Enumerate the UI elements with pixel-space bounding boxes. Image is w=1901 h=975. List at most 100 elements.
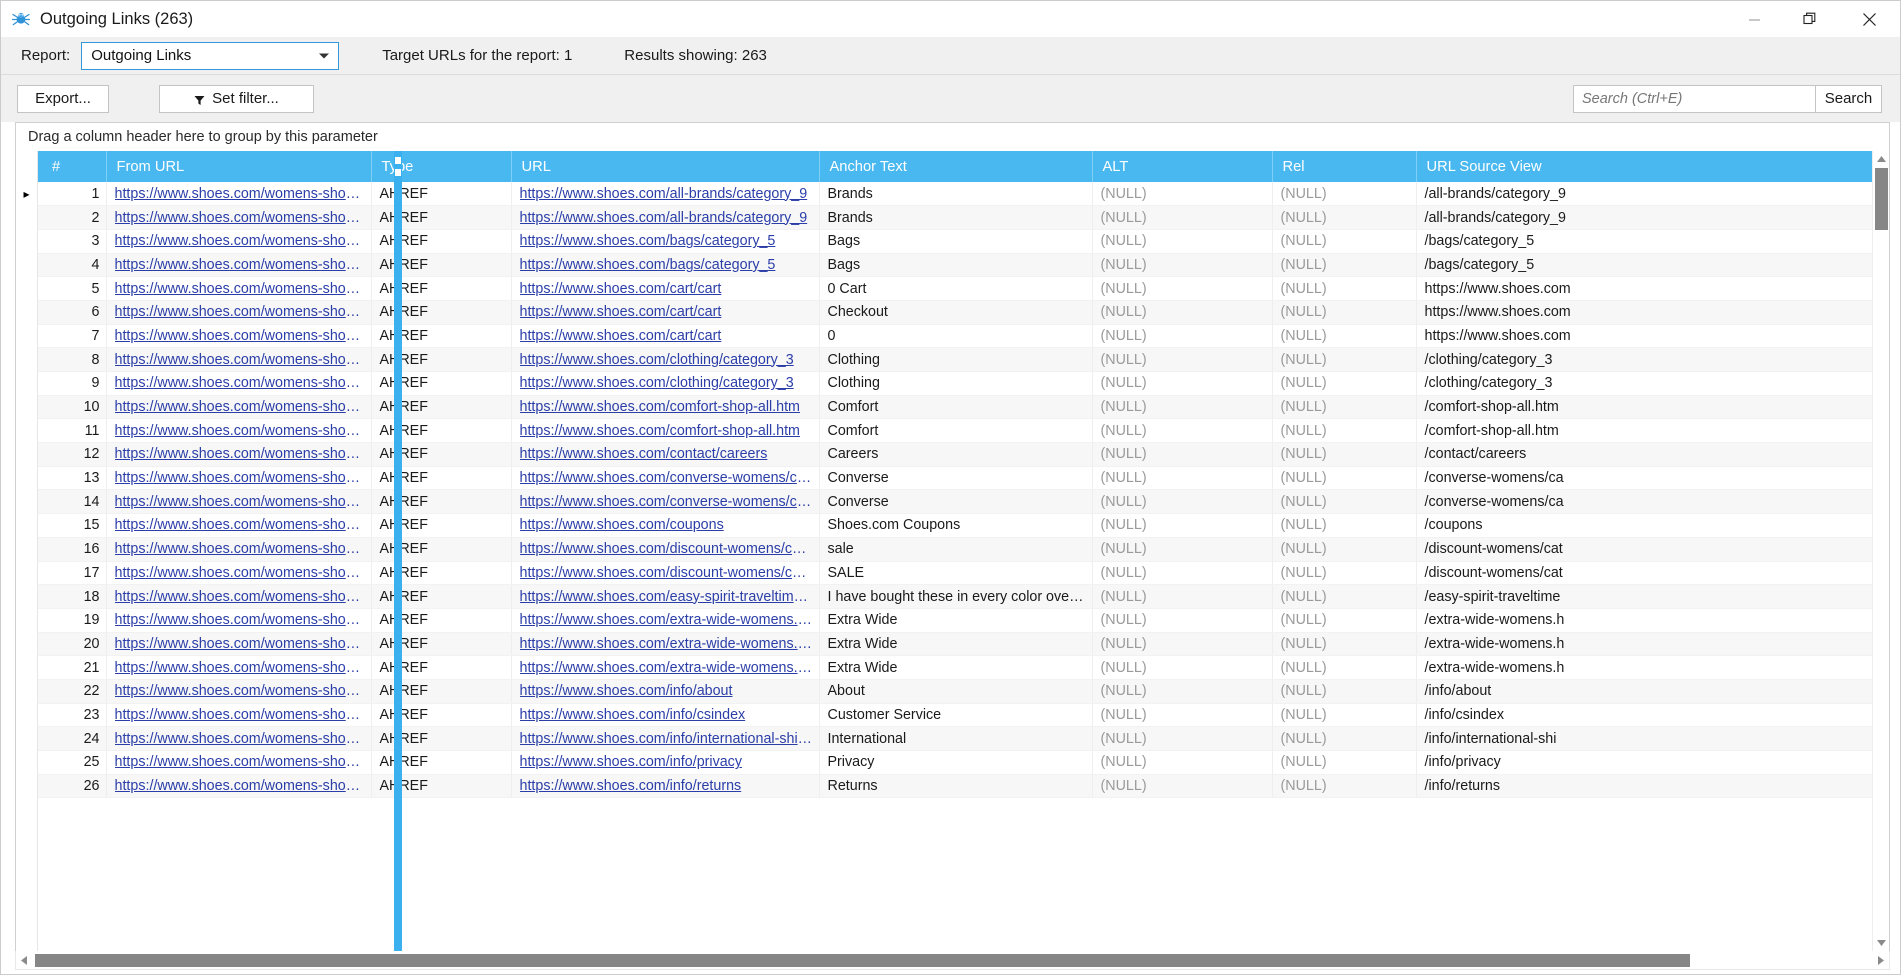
cell-from-url-link[interactable]: https://www.shoes.com/womens-shoes/c... [115, 778, 365, 794]
cell-from-url[interactable]: https://www.shoes.com/womens-shoes/c... [106, 489, 372, 515]
restore-icon[interactable] [1782, 1, 1838, 37]
cell-from-url-link[interactable]: https://www.shoes.com/womens-shoes/c... [115, 233, 365, 249]
table-row[interactable]: 15 https://www.shoes.com/womens-shoes/c..… [38, 513, 1872, 538]
cell-url-link[interactable]: https://www.shoes.com/info/about [520, 683, 813, 699]
cell-url-link[interactable]: https://www.shoes.com/coupons [520, 517, 813, 533]
table-row[interactable]: 17 https://www.shoes.com/womens-shoes/c..… [38, 561, 1872, 586]
table-row[interactable]: 11 https://www.shoes.com/womens-shoes/c..… [38, 418, 1872, 444]
cell-from-url[interactable]: https://www.shoes.com/womens-shoes/c... [106, 182, 372, 207]
cell-from-url[interactable]: https://www.shoes.com/womens-shoes/c... [106, 584, 372, 609]
cell-from-url-link[interactable]: https://www.shoes.com/womens-shoes/c... [115, 328, 365, 344]
cell-url-link[interactable]: https://www.shoes.com/discount-womens/ca… [520, 565, 813, 581]
minimize-icon[interactable] [1726, 1, 1782, 37]
table-row[interactable]: 19 https://www.shoes.com/womens-shoes/c..… [38, 608, 1872, 633]
cell-url-link[interactable]: https://www.shoes.com/extra-wide-womens.… [520, 636, 813, 652]
cell-url-link[interactable]: https://www.shoes.com/info/privacy [520, 754, 813, 770]
cell-url[interactable]: https://www.shoes.com/info/about [511, 679, 820, 704]
cell-url-link[interactable]: https://www.shoes.com/cart/cart [520, 328, 813, 344]
cell-url-link[interactable]: https://www.shoes.com/clothing/category_… [520, 375, 813, 391]
cell-url[interactable]: https://www.shoes.com/discount-womens/ca… [511, 537, 820, 562]
vertical-scrollbar[interactable] [1872, 151, 1889, 951]
cell-url-link[interactable]: https://www.shoes.com/info/returns [520, 778, 813, 794]
vertical-scroll-track[interactable] [1873, 168, 1890, 934]
table-row[interactable]: 22 https://www.shoes.com/womens-shoes/c..… [38, 679, 1872, 704]
column-header-alt[interactable]: ALT [1092, 151, 1273, 182]
cell-from-url[interactable]: https://www.shoes.com/womens-shoes/c... [106, 347, 372, 372]
cell-url[interactable]: https://www.shoes.com/all-brands/categor… [511, 182, 820, 207]
cell-url[interactable]: https://www.shoes.com/info/returns [511, 774, 820, 799]
cell-from-url-link[interactable]: https://www.shoes.com/womens-shoes/c... [115, 754, 365, 770]
table-row[interactable]: 1 https://www.shoes.com/womens-shoes/c...… [38, 182, 1872, 207]
cell-url-link[interactable]: https://www.shoes.com/all-brands/categor… [520, 210, 813, 226]
cell-url[interactable]: https://www.shoes.com/clothing/category_… [511, 347, 820, 372]
cell-from-url-link[interactable]: https://www.shoes.com/womens-shoes/c... [115, 352, 365, 368]
cell-from-url[interactable]: https://www.shoes.com/womens-shoes/c... [106, 561, 372, 586]
cell-url-link[interactable]: https://www.shoes.com/bags/category_5 [520, 257, 813, 273]
cell-url[interactable]: https://www.shoes.com/comfort-shop-all.h… [511, 395, 820, 420]
cell-from-url-link[interactable]: https://www.shoes.com/womens-shoes/c... [115, 470, 365, 486]
table-row[interactable]: 16 https://www.shoes.com/womens-shoes/c..… [38, 537, 1872, 562]
table-row[interactable]: 14 https://www.shoes.com/womens-shoes/c..… [38, 489, 1872, 515]
cell-url[interactable]: https://www.shoes.com/easy-spirit-travel… [511, 584, 820, 609]
cell-from-url-link[interactable]: https://www.shoes.com/womens-shoes/c... [115, 541, 365, 557]
table-row[interactable]: 3 https://www.shoes.com/womens-shoes/c...… [38, 229, 1872, 254]
column-header-url[interactable]: URL [511, 151, 820, 182]
cell-url-link[interactable]: https://www.shoes.com/converse-womens/ca… [520, 494, 813, 510]
cell-url[interactable]: https://www.shoes.com/cart/cart [511, 300, 820, 325]
horizontal-scroll-thumb[interactable] [35, 953, 1690, 967]
cell-url[interactable]: https://www.shoes.com/extra-wide-womens.… [511, 632, 820, 657]
cell-url-link[interactable]: https://www.shoes.com/easy-spirit-travel… [520, 589, 813, 605]
cell-url[interactable]: https://www.shoes.com/info/privacy [511, 750, 820, 775]
cell-from-url[interactable]: https://www.shoes.com/womens-shoes/c... [106, 679, 372, 704]
close-icon[interactable] [1838, 1, 1900, 37]
cell-url-link[interactable]: https://www.shoes.com/info/international… [520, 731, 813, 747]
cell-from-url[interactable]: https://www.shoes.com/womens-shoes/c... [106, 632, 372, 657]
cell-from-url-link[interactable]: https://www.shoes.com/womens-shoes/c... [115, 565, 365, 581]
cell-from-url-link[interactable]: https://www.shoes.com/womens-shoes/c... [115, 612, 365, 628]
cell-url[interactable]: https://www.shoes.com/comfort-shop-all.h… [511, 418, 820, 444]
cell-from-url[interactable]: https://www.shoes.com/womens-shoes/c... [106, 442, 372, 467]
cell-from-url[interactable]: https://www.shoes.com/womens-shoes/c... [106, 300, 372, 325]
cell-url-link[interactable]: https://www.shoes.com/extra-wide-womens.… [520, 612, 813, 628]
cell-url[interactable]: https://www.shoes.com/coupons [511, 513, 820, 538]
column-header-url-source-view[interactable]: URL Source View [1416, 151, 1872, 182]
group-by-panel[interactable]: Drag a column header here to group by th… [16, 123, 1889, 151]
search-input[interactable]: Search (Ctrl+E) [1573, 84, 1816, 113]
table-row[interactable]: 4 https://www.shoes.com/womens-shoes/c...… [38, 253, 1872, 278]
cell-url[interactable]: https://www.shoes.com/info/csindex [511, 703, 820, 728]
cell-from-url[interactable]: https://www.shoes.com/womens-shoes/c... [106, 513, 372, 538]
cell-url[interactable]: https://www.shoes.com/contact/careers [511, 442, 820, 467]
column-header-type[interactable]: Type [371, 151, 512, 182]
table-row[interactable]: 12 https://www.shoes.com/womens-shoes/c..… [38, 442, 1872, 467]
cell-from-url-link[interactable]: https://www.shoes.com/womens-shoes/c... [115, 399, 365, 415]
table-row[interactable]: 7 https://www.shoes.com/womens-shoes/c...… [38, 324, 1872, 349]
cell-from-url[interactable]: https://www.shoes.com/womens-shoes/c... [106, 324, 372, 349]
set-filter-button[interactable]: Set filter... [159, 84, 314, 113]
cell-from-url[interactable]: https://www.shoes.com/womens-shoes/c... [106, 703, 372, 728]
cell-url-link[interactable]: https://www.shoes.com/comfort-shop-all.h… [520, 423, 813, 439]
cell-from-url-link[interactable]: https://www.shoes.com/womens-shoes/c... [115, 707, 365, 723]
cell-from-url[interactable]: https://www.shoes.com/womens-shoes/c... [106, 229, 372, 254]
report-dropdown[interactable]: Outgoing Links [81, 41, 340, 70]
cell-from-url-link[interactable]: https://www.shoes.com/womens-shoes/c... [115, 281, 365, 297]
cell-from-url[interactable]: https://www.shoes.com/womens-shoes/c... [106, 750, 372, 775]
table-row[interactable]: 9 https://www.shoes.com/womens-shoes/c...… [38, 371, 1872, 396]
cell-url[interactable]: https://www.shoes.com/info/international… [511, 726, 820, 751]
cell-url-link[interactable]: https://www.shoes.com/all-brands/categor… [520, 186, 813, 202]
table-row[interactable]: 13 https://www.shoes.com/womens-shoes/c..… [38, 466, 1872, 491]
table-row[interactable]: 8 https://www.shoes.com/womens-shoes/c...… [38, 347, 1872, 372]
scroll-up-arrow-icon[interactable] [1873, 151, 1890, 168]
scroll-left-arrow-icon[interactable] [16, 952, 33, 969]
cell-from-url-link[interactable]: https://www.shoes.com/womens-shoes/c... [115, 731, 365, 747]
cell-from-url-link[interactable]: https://www.shoes.com/womens-shoes/c... [115, 446, 365, 462]
cell-url[interactable]: https://www.shoes.com/clothing/category_… [511, 371, 820, 396]
cell-from-url-link[interactable]: https://www.shoes.com/womens-shoes/c... [115, 375, 365, 391]
cell-url[interactable]: https://www.shoes.com/extra-wide-womens.… [511, 608, 820, 633]
column-header-anchor-text[interactable]: Anchor Text [819, 151, 1093, 182]
column-header-from-url[interactable]: From URL [106, 151, 372, 182]
cell-url-link[interactable]: https://www.shoes.com/info/csindex [520, 707, 813, 723]
table-row[interactable]: 20 https://www.shoes.com/womens-shoes/c..… [38, 632, 1872, 657]
cell-url[interactable]: https://www.shoes.com/cart/cart [511, 276, 820, 301]
cell-from-url[interactable]: https://www.shoes.com/womens-shoes/c... [106, 608, 372, 633]
cell-from-url-link[interactable]: https://www.shoes.com/womens-shoes/c... [115, 423, 365, 439]
